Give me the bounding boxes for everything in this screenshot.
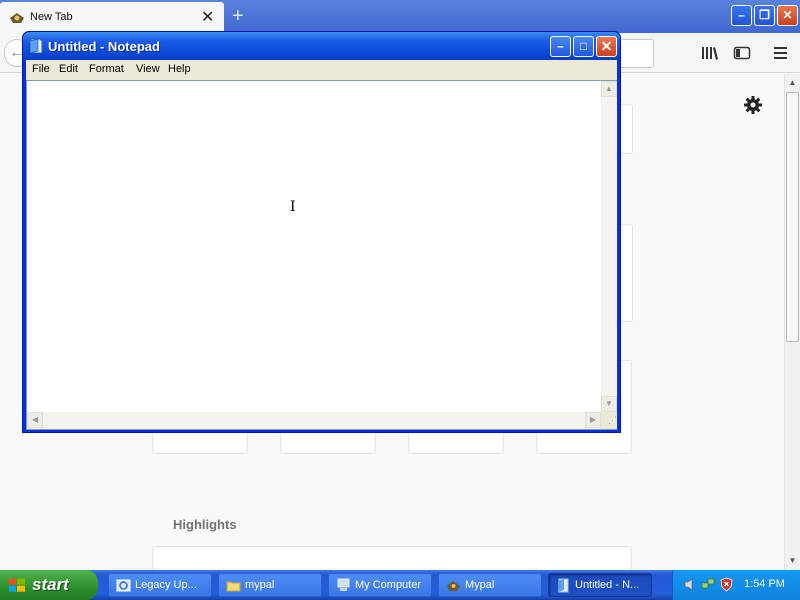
folder-icon bbox=[226, 581, 241, 592]
taskbar-item-mypal-folder[interactable]: mypal bbox=[218, 573, 322, 597]
taskbar-item-notepad[interactable]: Untitled - N... bbox=[548, 573, 652, 597]
volume-icon[interactable] bbox=[683, 577, 698, 592]
gear-icon[interactable] bbox=[742, 94, 764, 116]
taskbar-item-label: My Computer bbox=[355, 579, 422, 591]
tab-title: New Tab bbox=[30, 11, 73, 23]
menu-format[interactable]: Format bbox=[89, 63, 124, 75]
tab-strip: New Tab ✕ + – ❐ ✕ bbox=[0, 0, 800, 33]
mypal-browser-icon bbox=[447, 581, 460, 591]
scroll-left-arrow-icon[interactable]: ◀ bbox=[27, 412, 43, 428]
clock: 1:54 PM bbox=[744, 578, 785, 590]
menu-help[interactable]: Help bbox=[168, 63, 191, 75]
browser-close-button[interactable]: ✕ bbox=[777, 5, 798, 26]
scroll-up-arrow-icon[interactable]: ▲ bbox=[601, 81, 617, 97]
notepad-maximize-button[interactable]: □ bbox=[573, 36, 594, 57]
tab-new-tab[interactable]: New Tab ✕ bbox=[0, 2, 224, 33]
notepad-minimize-button[interactable]: – bbox=[550, 36, 571, 57]
taskbar-item-label: mypal bbox=[245, 579, 275, 591]
scroll-down-arrow-icon[interactable]: ▼ bbox=[601, 396, 617, 412]
browser-minimize-button[interactable]: – bbox=[731, 5, 752, 26]
taskbar-item-legacy-update[interactable]: Legacy Up... bbox=[108, 573, 212, 597]
notepad-text-area[interactable] bbox=[27, 81, 601, 412]
tab-close-icon[interactable]: ✕ bbox=[201, 10, 214, 26]
page-scrollbar[interactable]: ▲ ▼ bbox=[784, 74, 800, 570]
scroll-right-arrow-icon[interactable]: ▶ bbox=[585, 412, 601, 428]
notepad-menubar: File Edit Format View Help bbox=[26, 60, 617, 80]
menu-view[interactable]: View bbox=[136, 63, 160, 75]
notepad-icon bbox=[558, 578, 569, 593]
taskbar-item-label: Legacy Up... bbox=[135, 579, 197, 591]
sidebar-icon[interactable] bbox=[733, 45, 751, 61]
notepad-titlebar[interactable]: Untitled - Notepad – □ ✕ bbox=[23, 32, 620, 60]
taskbar-item-label: Untitled - N... bbox=[575, 579, 640, 591]
notepad-horizontal-scrollbar[interactable]: ◀ ▶ bbox=[27, 412, 601, 429]
library-icon[interactable] bbox=[701, 45, 719, 61]
notepad-vertical-scrollbar[interactable]: ▲ ▼ bbox=[601, 81, 617, 412]
taskbar-item-mypal-browser[interactable]: Mypal bbox=[438, 573, 542, 597]
network-icon[interactable] bbox=[701, 577, 716, 592]
taskbar: start Legacy Up... mypal My Computer Myp… bbox=[0, 570, 800, 600]
taskbar-item-label: Mypal bbox=[465, 579, 495, 591]
update-icon bbox=[116, 579, 131, 592]
scroll-thumb[interactable] bbox=[786, 92, 799, 342]
browser-restore-button[interactable]: ❐ bbox=[754, 5, 775, 26]
start-button[interactable]: start bbox=[0, 570, 98, 600]
resize-grip-icon[interactable]: ⋰ bbox=[601, 412, 617, 429]
highlights-heading: Highlights bbox=[173, 517, 237, 532]
security-shield-icon[interactable] bbox=[719, 577, 734, 592]
notepad-window: Untitled - Notepad – □ ✕ File Edit Forma… bbox=[22, 31, 621, 433]
menu-edit[interactable]: Edit bbox=[59, 63, 78, 75]
new-tab-icon[interactable]: + bbox=[232, 6, 244, 26]
notepad-close-button[interactable]: ✕ bbox=[596, 36, 617, 57]
notepad-editor: I ▲ ▼ ◀ ▶ ⋰ bbox=[26, 80, 617, 430]
system-tray: 1:54 PM bbox=[672, 570, 800, 600]
windows-logo-icon bbox=[9, 578, 25, 592]
taskbar-item-my-computer[interactable]: My Computer bbox=[328, 573, 432, 597]
scroll-down-arrow-icon[interactable]: ▼ bbox=[785, 552, 800, 569]
notepad-icon bbox=[29, 38, 43, 54]
text-cursor-icon: I bbox=[290, 199, 296, 215]
start-label: start bbox=[32, 575, 69, 594]
menu-file[interactable]: File bbox=[32, 63, 50, 75]
hamburger-menu-icon[interactable] bbox=[772, 45, 790, 61]
notepad-title: Untitled - Notepad bbox=[48, 39, 160, 54]
scroll-up-arrow-icon[interactable]: ▲ bbox=[785, 74, 800, 91]
mypal-favicon-icon bbox=[10, 13, 24, 23]
computer-icon bbox=[337, 578, 350, 591]
